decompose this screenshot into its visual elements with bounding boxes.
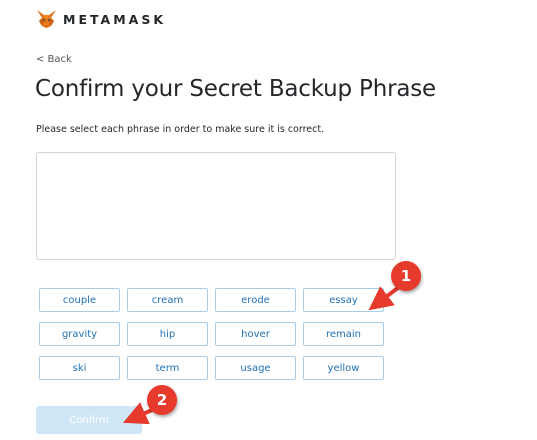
word-button-term[interactable]: term	[127, 356, 208, 380]
metamask-fox-icon	[37, 10, 56, 28]
word-button-usage[interactable]: usage	[215, 356, 296, 380]
word-button-ski[interactable]: ski	[39, 356, 120, 380]
word-button-gravity[interactable]: gravity	[39, 322, 120, 346]
word-grid: couple cream erode essay gravity hip hov…	[39, 288, 385, 381]
back-link[interactable]: < Back	[36, 54, 72, 65]
word-button-hip[interactable]: hip	[127, 322, 208, 346]
instructions: Please select each phrase in order to ma…	[36, 124, 325, 135]
callout-badge-1: 1	[391, 261, 421, 291]
callout-badge-2: 2	[147, 385, 177, 415]
word-button-yellow[interactable]: yellow	[303, 356, 384, 380]
header: METAMASK	[36, 8, 166, 30]
word-button-hover[interactable]: hover	[215, 322, 296, 346]
page-title: Confirm your Secret Backup Phrase	[35, 76, 436, 102]
confirm-button[interactable]: Confirm	[36, 406, 142, 434]
word-button-couple[interactable]: couple	[39, 288, 120, 312]
brand-name: METAMASK	[63, 11, 167, 27]
word-button-essay[interactable]: essay	[303, 288, 384, 312]
word-button-cream[interactable]: cream	[127, 288, 208, 312]
word-button-erode[interactable]: erode	[215, 288, 296, 312]
selected-phrase-box[interactable]	[36, 152, 396, 260]
word-button-remain[interactable]: remain	[303, 322, 384, 346]
